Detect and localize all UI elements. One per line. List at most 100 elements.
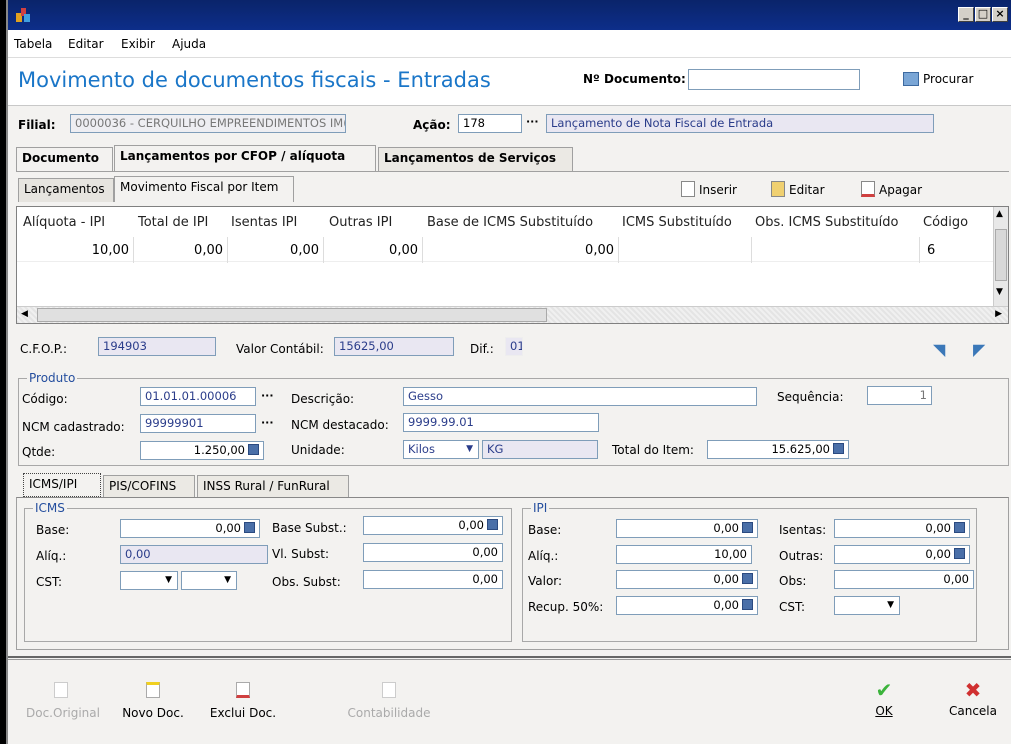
sequencia-label: Sequência: xyxy=(777,390,844,404)
contabilidade-button[interactable]: Contabilidade xyxy=(344,682,434,720)
previous-arrow-icon[interactable]: ◥ xyxy=(933,340,945,359)
calculator-icon[interactable] xyxy=(954,548,965,559)
ipi-obs-input[interactable]: 0,00 xyxy=(834,570,974,589)
qtde-input[interactable]: 1.250,00 xyxy=(140,441,264,460)
doc-original-button[interactable]: Doc.Original xyxy=(26,682,100,720)
ipi-cst-select[interactable] xyxy=(834,596,900,615)
ok-button[interactable]: ✔ OK xyxy=(866,678,902,718)
subtab-lancamentos[interactable]: Lançamentos xyxy=(18,178,114,202)
ipi-outras-input[interactable]: 0,00 xyxy=(834,545,970,564)
tab-lancamentos-servicos-label: Lançamentos de Serviços xyxy=(384,151,557,165)
calculator-icon[interactable] xyxy=(742,522,753,533)
icms-cst-select-1[interactable] xyxy=(120,571,178,590)
tab-divider xyxy=(16,171,1009,172)
insert-button[interactable]: Inserir xyxy=(681,181,737,197)
page-title: Movimento de documentos fiscais - Entrad… xyxy=(18,68,491,92)
calculator-icon[interactable] xyxy=(244,522,255,533)
acao-lookup-button[interactable]: ··· xyxy=(526,115,539,128)
vl-subst-label: Vl. Subst: xyxy=(272,547,330,561)
col-obs-icms-subst[interactable]: Obs. ICMS Substituído xyxy=(755,215,898,230)
col-outras-ipi[interactable]: Outras IPI xyxy=(329,215,392,230)
novo-doc-label: Novo Doc. xyxy=(122,706,184,720)
edit-button[interactable]: Editar xyxy=(771,181,825,197)
horizontal-scrollbar[interactable]: ◀ ▶ xyxy=(17,306,1008,323)
ipi-isentas-input[interactable]: 0,00 xyxy=(834,519,970,538)
menu-bar: Tabela Editar Exibir Ajuda xyxy=(8,30,1011,58)
calculator-icon[interactable] xyxy=(833,443,844,454)
base-subst-input[interactable]: 0,00 xyxy=(363,516,503,535)
scroll-left-icon[interactable]: ◀ xyxy=(21,309,28,319)
ipi-aliq-input[interactable]: 10,00 xyxy=(616,545,752,564)
doc-number-input[interactable] xyxy=(688,69,860,90)
edit-button-label: Editar xyxy=(789,183,825,197)
ncm-destacado-input[interactable]: 9999.99.01 xyxy=(403,413,599,432)
col-base-icms-subst[interactable]: Base de ICMS Substituído xyxy=(427,215,593,230)
ipi-aliq-label: Alíq.: xyxy=(528,549,559,563)
filial-label: Filial: xyxy=(18,118,56,132)
icms-cst-select-2[interactable] xyxy=(181,571,237,590)
menu-ajuda[interactable]: Ajuda xyxy=(172,37,206,51)
close-button[interactable]: × xyxy=(992,7,1008,22)
descricao-input[interactable]: Gesso xyxy=(403,387,757,406)
col-codigo[interactable]: Código xyxy=(923,215,968,230)
scroll-down-icon[interactable]: ▼ xyxy=(996,287,1003,297)
total-item-input[interactable]: 15.625,00 xyxy=(707,440,849,459)
novo-doc-button[interactable]: Novo Doc. xyxy=(118,682,188,720)
scroll-up-icon[interactable]: ▲ xyxy=(996,209,1003,219)
horizontal-scroll-thumb[interactable] xyxy=(37,308,547,322)
scroll-right-icon[interactable]: ▶ xyxy=(995,309,1002,319)
calculator-icon[interactable] xyxy=(742,599,753,610)
calculator-icon[interactable] xyxy=(954,522,965,533)
search-button[interactable]: Procurar xyxy=(903,72,973,86)
ipi-recup-input[interactable]: 0,00 xyxy=(616,596,758,615)
sequencia-input[interactable]: 1 xyxy=(867,386,932,405)
tab-documento[interactable]: Documento xyxy=(16,147,113,171)
tab-lancamentos-servicos[interactable]: Lançamentos de Serviços xyxy=(378,147,573,171)
calculator-icon[interactable] xyxy=(742,573,753,584)
filial-select[interactable]: 0000036 - CERQUILHO EMPREENDIMENTOS IM( … xyxy=(70,114,346,133)
col-aliquota-ipi[interactable]: Alíquota - IPI xyxy=(23,215,105,230)
tab-icms-ipi[interactable]: ICMS/IPI xyxy=(23,473,101,497)
maximize-button[interactable]: □ xyxy=(975,7,991,22)
calculator-icon[interactable] xyxy=(487,519,498,530)
title-bar: _ □ × xyxy=(8,0,1011,30)
ipi-base-input[interactable]: 0,00 xyxy=(616,519,758,538)
app-icon xyxy=(16,8,30,22)
menu-tabela[interactable]: Tabela xyxy=(14,37,52,51)
tab-inss-rural[interactable]: INSS Rural / FunRural xyxy=(197,475,349,497)
scrollbar-thumb[interactable] xyxy=(995,229,1007,281)
ncm-lookup-button[interactable]: ··· xyxy=(261,416,274,429)
col-icms-subst[interactable]: ICMS Substituído xyxy=(622,215,732,230)
total-item-value: 15.625,00 xyxy=(771,442,830,456)
ipi-obs-label: Obs: xyxy=(779,574,807,588)
ncm-cadastrado-input[interactable]: 99999901 xyxy=(140,414,256,433)
calculator-icon[interactable] xyxy=(248,444,259,455)
menu-editar[interactable]: Editar xyxy=(68,37,104,51)
obs-subst-input[interactable]: 0,00 xyxy=(363,570,503,589)
col-isentas-ipi[interactable]: Isentas IPI xyxy=(231,215,297,230)
codigo-input[interactable]: 01.01.01.00006 xyxy=(140,387,256,406)
ipi-isentas-label: Isentas: xyxy=(779,523,827,537)
menu-exibir[interactable]: Exibir xyxy=(121,37,155,51)
unidade-select[interactable]: Kilos xyxy=(403,440,479,459)
tab-pis-cofins[interactable]: PIS/COFINS xyxy=(103,475,195,497)
delete-button[interactable]: Apagar xyxy=(861,181,922,197)
cell-outras-ipi: 0,00 xyxy=(389,243,418,258)
subtab-movimento-fiscal[interactable]: Movimento Fiscal por Item xyxy=(114,176,294,202)
vl-subst-input[interactable]: 0,00 xyxy=(363,543,503,562)
icms-base-input[interactable]: 0,00 xyxy=(120,519,260,538)
table-row[interactable] xyxy=(17,236,995,262)
col-total-ipi[interactable]: Total de IPI xyxy=(138,215,208,230)
ipi-valor-input[interactable]: 0,00 xyxy=(616,570,758,589)
new-document-icon xyxy=(146,682,160,698)
codigo-lookup-button[interactable]: ··· xyxy=(261,389,274,402)
minimize-button[interactable]: _ xyxy=(958,7,974,22)
acao-input[interactable]: 178 xyxy=(458,114,522,133)
tab-lancamentos-cfop[interactable]: Lançamentos por CFOP / alíquota xyxy=(114,145,376,171)
valor-contabil-label: Valor Contábil: xyxy=(236,342,324,356)
vertical-scrollbar[interactable]: ▲ ▼ xyxy=(993,207,1008,307)
next-arrow-icon[interactable]: ◤ xyxy=(973,340,985,359)
cancela-button[interactable]: ✖ Cancela xyxy=(946,678,1000,718)
base-subst-label: Base Subst.: xyxy=(272,521,347,535)
exclui-doc-button[interactable]: Exclui Doc. xyxy=(204,682,282,720)
